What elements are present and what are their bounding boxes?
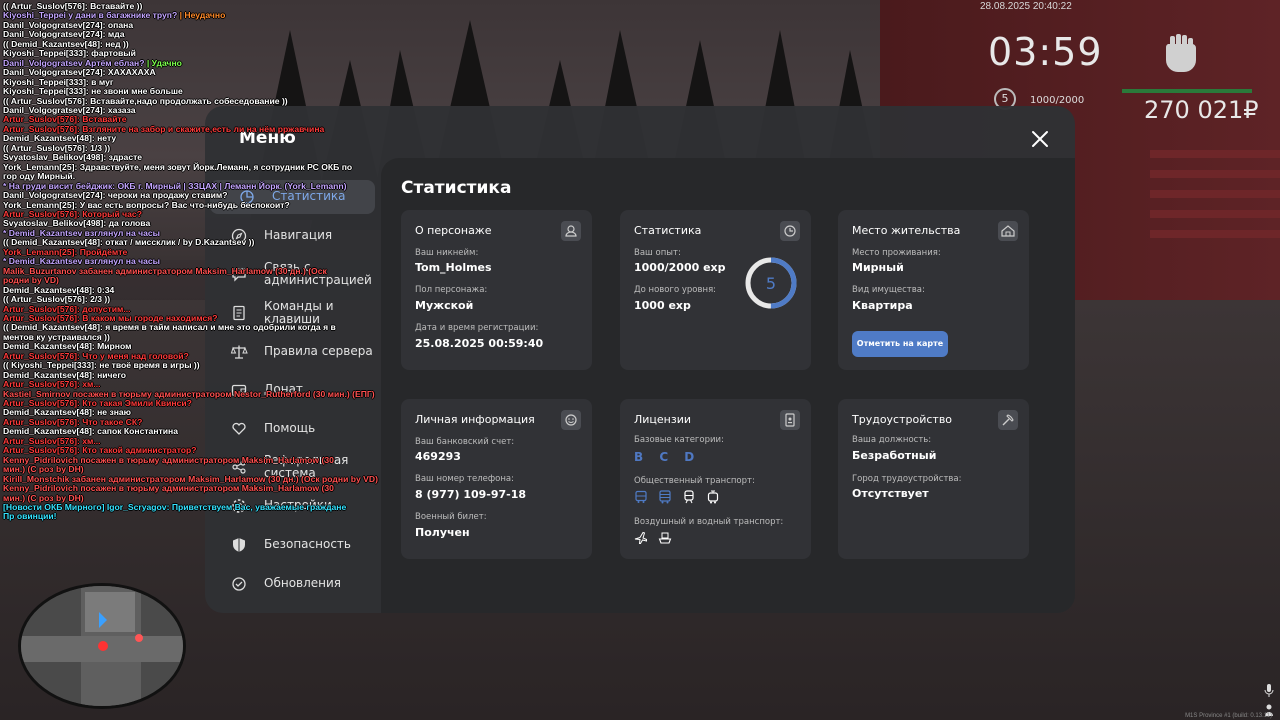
bus-double-icon [659,490,671,504]
place-label: Место проживания: [852,248,941,258]
statistics-content: Статистика О персонаже Ваш никнейм: Tom_… [381,158,1075,613]
card-residence: Место жительства Место проживания: Мирны… [838,210,1029,370]
level-number: 5 [766,274,776,293]
sidebar-item-11[interactable]: Обновления [230,567,378,601]
phone-label: Ваш номер телефона: [415,474,514,484]
hammer-icon [998,410,1018,430]
military-label: Военный билет: [415,512,487,522]
chat-line-text: York_Lemann[25]: Здравствуйте, меня зову… [3,161,353,182]
building-stripes [1150,150,1280,238]
close-icon[interactable] [1030,129,1050,149]
card-title: Личная информация [415,413,535,426]
minimap-roads [21,586,183,706]
train-icon [684,490,694,504]
face-icon [561,410,581,430]
property-label: Вид имущества: [852,285,925,295]
air-water-label: Воздушный и водный транспорт: [634,517,784,527]
chat-line-result: | Неудачно [177,10,226,21]
bus-icon [635,490,647,503]
chat-line-text: [Новости ОКБ Мирного] Igor_Scryagov: При… [3,502,347,522]
card-licenses: Лицензии Базовые категории: B C D Общест… [620,399,811,559]
position-value: Безработный [852,449,937,462]
card-title: Место жительства [852,224,961,237]
fist-icon [1165,34,1196,72]
hud-clock: 03:59 [988,30,1103,74]
house-icon [998,221,1018,241]
exp-value: 1000/2000 exp [634,261,726,274]
sidebar-item-label: Безопасность [264,537,351,552]
base-categories-label: Базовые категории: [634,435,724,445]
build-info: M1S Province #1 (build: 0.13.11) [1185,713,1272,719]
exp-label: Ваш опыт: [634,248,681,258]
hud-datetime: 28.08.2025 20:40:22 [980,1,1072,12]
ship-icon [658,532,672,544]
bank-value: 469293 [415,450,461,463]
chat-line-text: Malik_Buzurtanov забанен администратором… [3,265,327,286]
user-icon [561,221,581,241]
public-transport-icons [634,490,720,504]
chat-line: York_Lemann[25]: Здравствуйте, меня зову… [3,161,353,182]
gender-value: Мужской [415,299,474,312]
chat-line-text: Kenny_Pidrilovich посажен в тюрьму админ… [3,454,334,475]
card-title: О персонаже [415,224,492,237]
place-value: Мирный [852,261,904,274]
card-character: О персонаже Ваш никнейм: Tom_Holmes Пол … [401,210,592,370]
card-title: Трудоустройство [852,413,953,426]
public-transport-label: Общественный транспорт: [634,476,755,486]
content-title: Статистика [401,178,512,198]
card-personal: Личная информация Ваш банковский счет: 4… [401,399,592,559]
position-label: Ваша должность: [852,435,932,445]
reg-value: 25.08.2025 00:59:40 [415,337,544,350]
phone-value: 8 (977) 109-97-18 [415,488,527,501]
employer-value: Отсутствует [852,487,929,500]
level-progress-ring: 5 [745,257,797,309]
employer-label: Город трудоустройства: [852,474,962,484]
minimap [18,583,186,709]
gender-label: Пол персонажа: [415,285,488,295]
chat-line: [Новости ОКБ Мирного] Igor_Scryagov: При… [3,502,353,522]
tram-icon [707,490,719,504]
next-level-label: До нового уровня: [634,285,717,295]
refresh-icon [232,577,246,591]
card-employment: Трудоустройство Ваша должность: Безработ… [838,399,1029,559]
plane-icon [634,531,647,544]
property-value: Квартира [852,299,913,312]
military-value: Получен [415,526,470,539]
reg-label: Дата и время регистрации: [415,323,539,333]
microphone-icon[interactable] [1263,683,1275,699]
hud-money: 270 021₽ [1144,96,1259,124]
mark-on-map-button[interactable]: Отметить на карте [852,331,948,357]
card-title: Лицензии [634,413,692,426]
sidebar-item-10[interactable]: Безопасность [230,528,378,562]
chat-line: Malik_Buzurtanov забанен администратором… [3,265,353,286]
chat-line-text: Kenny_Pidrilovich посажен в тюрьму админ… [3,483,334,503]
hud-exp: 1000/2000 [1030,95,1085,106]
sidebar-item-label: Обновления [264,576,342,591]
chat-line: (( Demid_Kazantsev[48]: я время в тайм н… [3,323,353,342]
chat-line-text: (( Demid_Kazantsev[48]: я время в тайм н… [3,322,336,342]
chat-line: Kenny_Pidrilovich посажен в тюрьму админ… [3,483,353,503]
chat-log: (( Artur_Suslov[576]: Вставайте )) Kiyosh… [3,1,378,522]
nick-label: Ваш никнейм: [415,248,479,258]
clock-icon [780,221,800,241]
card-title: Статистика [634,224,702,237]
health-bar [1122,89,1252,93]
nick-value: Tom_Holmes [415,261,492,274]
chat-line: Kenny_Pidrilovich посажен в тюрьму админ… [3,454,353,475]
card-statistics: Статистика Ваш опыт: 1000/2000 exp До но… [620,210,811,370]
next-level-value: 1000 exp [634,299,691,312]
shield-icon [233,538,245,552]
license-icon [780,410,800,430]
bank-label: Ваш банковский счет: [415,437,515,447]
air-water-icons [634,531,672,545]
base-categories-value: B C D [634,450,701,464]
